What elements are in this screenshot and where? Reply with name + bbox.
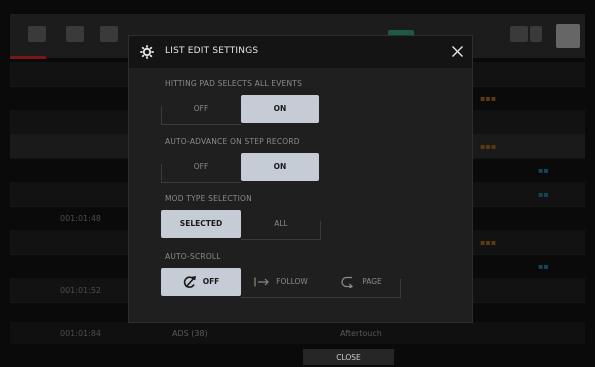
divider bbox=[161, 124, 241, 125]
row-position: 001:01:52 bbox=[60, 286, 102, 295]
divider bbox=[161, 106, 162, 124]
row-value: ▪▪ bbox=[538, 190, 549, 199]
toolbar-icon bbox=[66, 26, 84, 42]
background-button bbox=[556, 24, 580, 48]
toolbar-icon bbox=[28, 26, 46, 42]
gear-icon bbox=[140, 45, 154, 59]
row-value: ▪▪▪ bbox=[480, 94, 497, 103]
row-value: ▪▪▪ bbox=[480, 238, 497, 247]
auto-scroll-label: AUTO-SCROLL bbox=[165, 252, 221, 261]
background-accent-line bbox=[10, 56, 46, 59]
background-bottom-row: 001:01:84 ADS (38) Aftertouch bbox=[10, 322, 585, 344]
hitting-pad-on-option[interactable]: ON bbox=[241, 95, 319, 123]
list-edit-settings-dialog: LIST EDIT SETTINGS HITTING PAD SELECTS A… bbox=[128, 35, 473, 323]
dialog-header: LIST EDIT SETTINGS bbox=[129, 36, 472, 68]
divider bbox=[241, 297, 401, 298]
auto-scroll-follow-option[interactable]: FOLLOW bbox=[241, 268, 321, 296]
row-value: Aftertouch bbox=[340, 329, 382, 338]
toolbar-icon bbox=[510, 26, 528, 42]
auto-scroll-off-option[interactable]: OFF bbox=[161, 268, 241, 296]
hitting-pad-label: HITTING PAD SELECTS ALL EVENTS bbox=[165, 79, 303, 88]
auto-scroll-follow-label: FOLLOW bbox=[276, 277, 308, 286]
row-position: 001:01:84 bbox=[60, 329, 102, 338]
row-value: ▪▪ bbox=[538, 166, 549, 175]
mod-type-toggle: SELECTED ALL bbox=[161, 210, 321, 240]
scroll-off-icon bbox=[183, 276, 196, 288]
page-icon bbox=[341, 276, 354, 288]
mod-type-selected-option[interactable]: SELECTED bbox=[161, 210, 241, 238]
row-value: ▪▪▪ bbox=[480, 142, 497, 151]
divider bbox=[161, 182, 241, 183]
row-value: ▪▪ bbox=[538, 262, 549, 271]
row-value: ADS (38) bbox=[172, 329, 208, 338]
divider bbox=[161, 164, 162, 182]
follow-arrow-icon bbox=[254, 277, 270, 287]
hitting-pad-toggle: OFF ON bbox=[161, 95, 321, 125]
auto-scroll-toggle: OFF FOLLOW PAGE bbox=[161, 268, 401, 298]
auto-scroll-off-label: OFF bbox=[202, 277, 220, 286]
close-button[interactable]: CLOSE bbox=[303, 349, 394, 365]
divider bbox=[320, 221, 321, 239]
hitting-pad-off-option[interactable]: OFF bbox=[161, 95, 241, 123]
auto-scroll-page-label: PAGE bbox=[362, 277, 382, 286]
row-position: 001:01:48 bbox=[60, 214, 102, 223]
dialog-title: LIST EDIT SETTINGS bbox=[165, 46, 259, 56]
divider bbox=[400, 279, 401, 297]
mod-type-label: MOD TYPE SELECTION bbox=[165, 194, 252, 203]
auto-advance-off-option[interactable]: OFF bbox=[161, 153, 241, 181]
close-icon[interactable] bbox=[451, 45, 464, 58]
auto-advance-label: AUTO-ADVANCE ON STEP RECORD bbox=[165, 137, 300, 146]
auto-scroll-page-option[interactable]: PAGE bbox=[321, 268, 401, 296]
mod-type-all-option[interactable]: ALL bbox=[241, 210, 321, 238]
toolbar-icon bbox=[530, 26, 542, 42]
toolbar-icon bbox=[100, 26, 118, 42]
auto-advance-on-option[interactable]: ON bbox=[241, 153, 319, 181]
divider bbox=[241, 239, 321, 240]
auto-advance-toggle: OFF ON bbox=[161, 153, 321, 183]
